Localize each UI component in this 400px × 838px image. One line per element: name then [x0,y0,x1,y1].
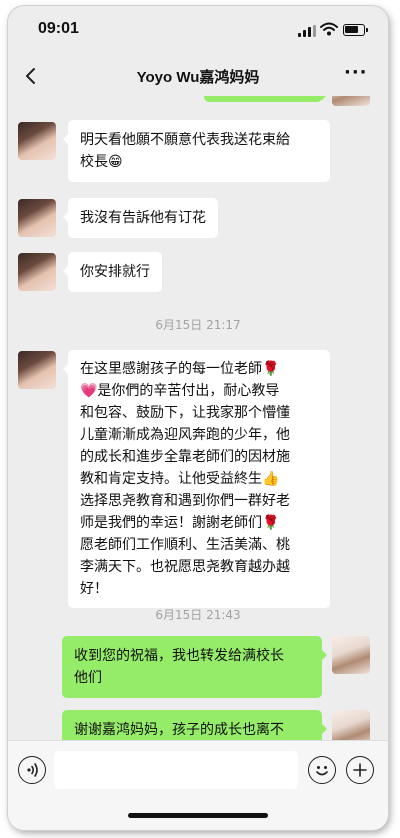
battery-icon [343,24,368,36]
message-bubble-cropped [204,96,327,102]
message-line: 师是我們的幸运！謝謝老師们🌹 [80,515,280,531]
message-line: 好！ [80,581,108,597]
message-list[interactable]: 明天看他願不願意代表我送花束給 校長😁 我沒有告訴他有订花 你安排就行 6月15… [8,96,388,740]
message-bubble[interactable]: 在这里感謝孩子的每一位老師🌹 💗是你們的辛苦付出，耐心教导 和包容、鼓励下，让我… [63,350,330,608]
signal-icon [298,25,316,37]
emoji-icon[interactable] [308,756,336,784]
message-line: 明天看他願不願意代表我送花束給 [80,132,290,148]
status-bar: 09:01 [8,6,388,56]
chat-header: Yoyo Wu嘉鸿妈妈 ··· [8,56,388,96]
plus-circle-icon[interactable] [346,756,374,784]
timestamp: 6月15日 21:43 [155,608,241,622]
message-line: 愿老師们工作順利、生活美滿、桃 [80,537,290,553]
voice-icon[interactable] [18,756,46,784]
message-line: 李满天下。也祝愿思尧教育越办越 [80,559,290,575]
input-bar [8,740,388,830]
message-line: 💗是你們的辛苦付出，耐心教导 [80,383,280,399]
avatar-me[interactable] [332,710,370,740]
avatar-contact[interactable] [18,351,56,389]
message-line: 教和肯定支持。让他受益終生👍 [80,471,280,487]
message-text: 谢谢嘉鸿妈妈，孩子的成长也离不 [74,722,284,738]
message-text: 我沒有告訴他有订花 [80,210,206,226]
message-text: 你安排就行 [80,264,150,280]
avatar-contact[interactable] [18,122,56,160]
message-bubble[interactable]: 你安排就行 [63,252,162,292]
chevron-left-icon[interactable] [18,62,44,90]
message-line: 选择思尧教育和遇到你們一群好老 [80,493,290,509]
avatar-me[interactable] [332,636,370,674]
message-line: 的成长和進步全靠老師们的因材施 [80,449,290,465]
message-input[interactable] [54,751,298,789]
avatar-contact[interactable] [18,253,56,291]
wifi-icon [320,22,338,36]
message-bubble[interactable]: 我沒有告訴他有订花 [63,198,218,238]
chat-title: Yoyo Wu嘉鸿妈妈 [136,69,260,86]
message-line: 和包容、鼓励下，让我家那个懵懂 [80,405,290,421]
message-line: 在这里感謝孩子的每一位老師🌹 [80,361,280,377]
phone-screen: 09:01 Yoyo Wu嘉鸿妈妈 ··· 明天看他願不願意代表我送花束給 校長… [8,6,388,830]
message-bubble[interactable]: 收到您的祝福，我也转发给满校长 他们 [62,636,327,698]
avatar-me[interactable] [332,96,370,106]
message-line: 他们 [74,670,102,686]
message-line: 儿童漸漸成為迎风奔跑的少年，他 [80,427,290,443]
message-bubble[interactable]: 明天看他願不願意代表我送花束給 校長😁 [63,120,330,182]
message-line: 校長😁 [80,154,123,170]
message-line: 收到您的祝福，我也转发给满校长 [74,648,284,664]
status-time: 09:01 [38,20,79,37]
home-indicator[interactable] [128,813,268,818]
message-bubble[interactable]: 谢谢嘉鸿妈妈，孩子的成长也离不 [62,710,327,740]
timestamp: 6月15日 21:17 [155,318,241,332]
avatar-contact[interactable] [18,199,56,237]
more-dots-icon[interactable]: ··· [344,64,368,82]
